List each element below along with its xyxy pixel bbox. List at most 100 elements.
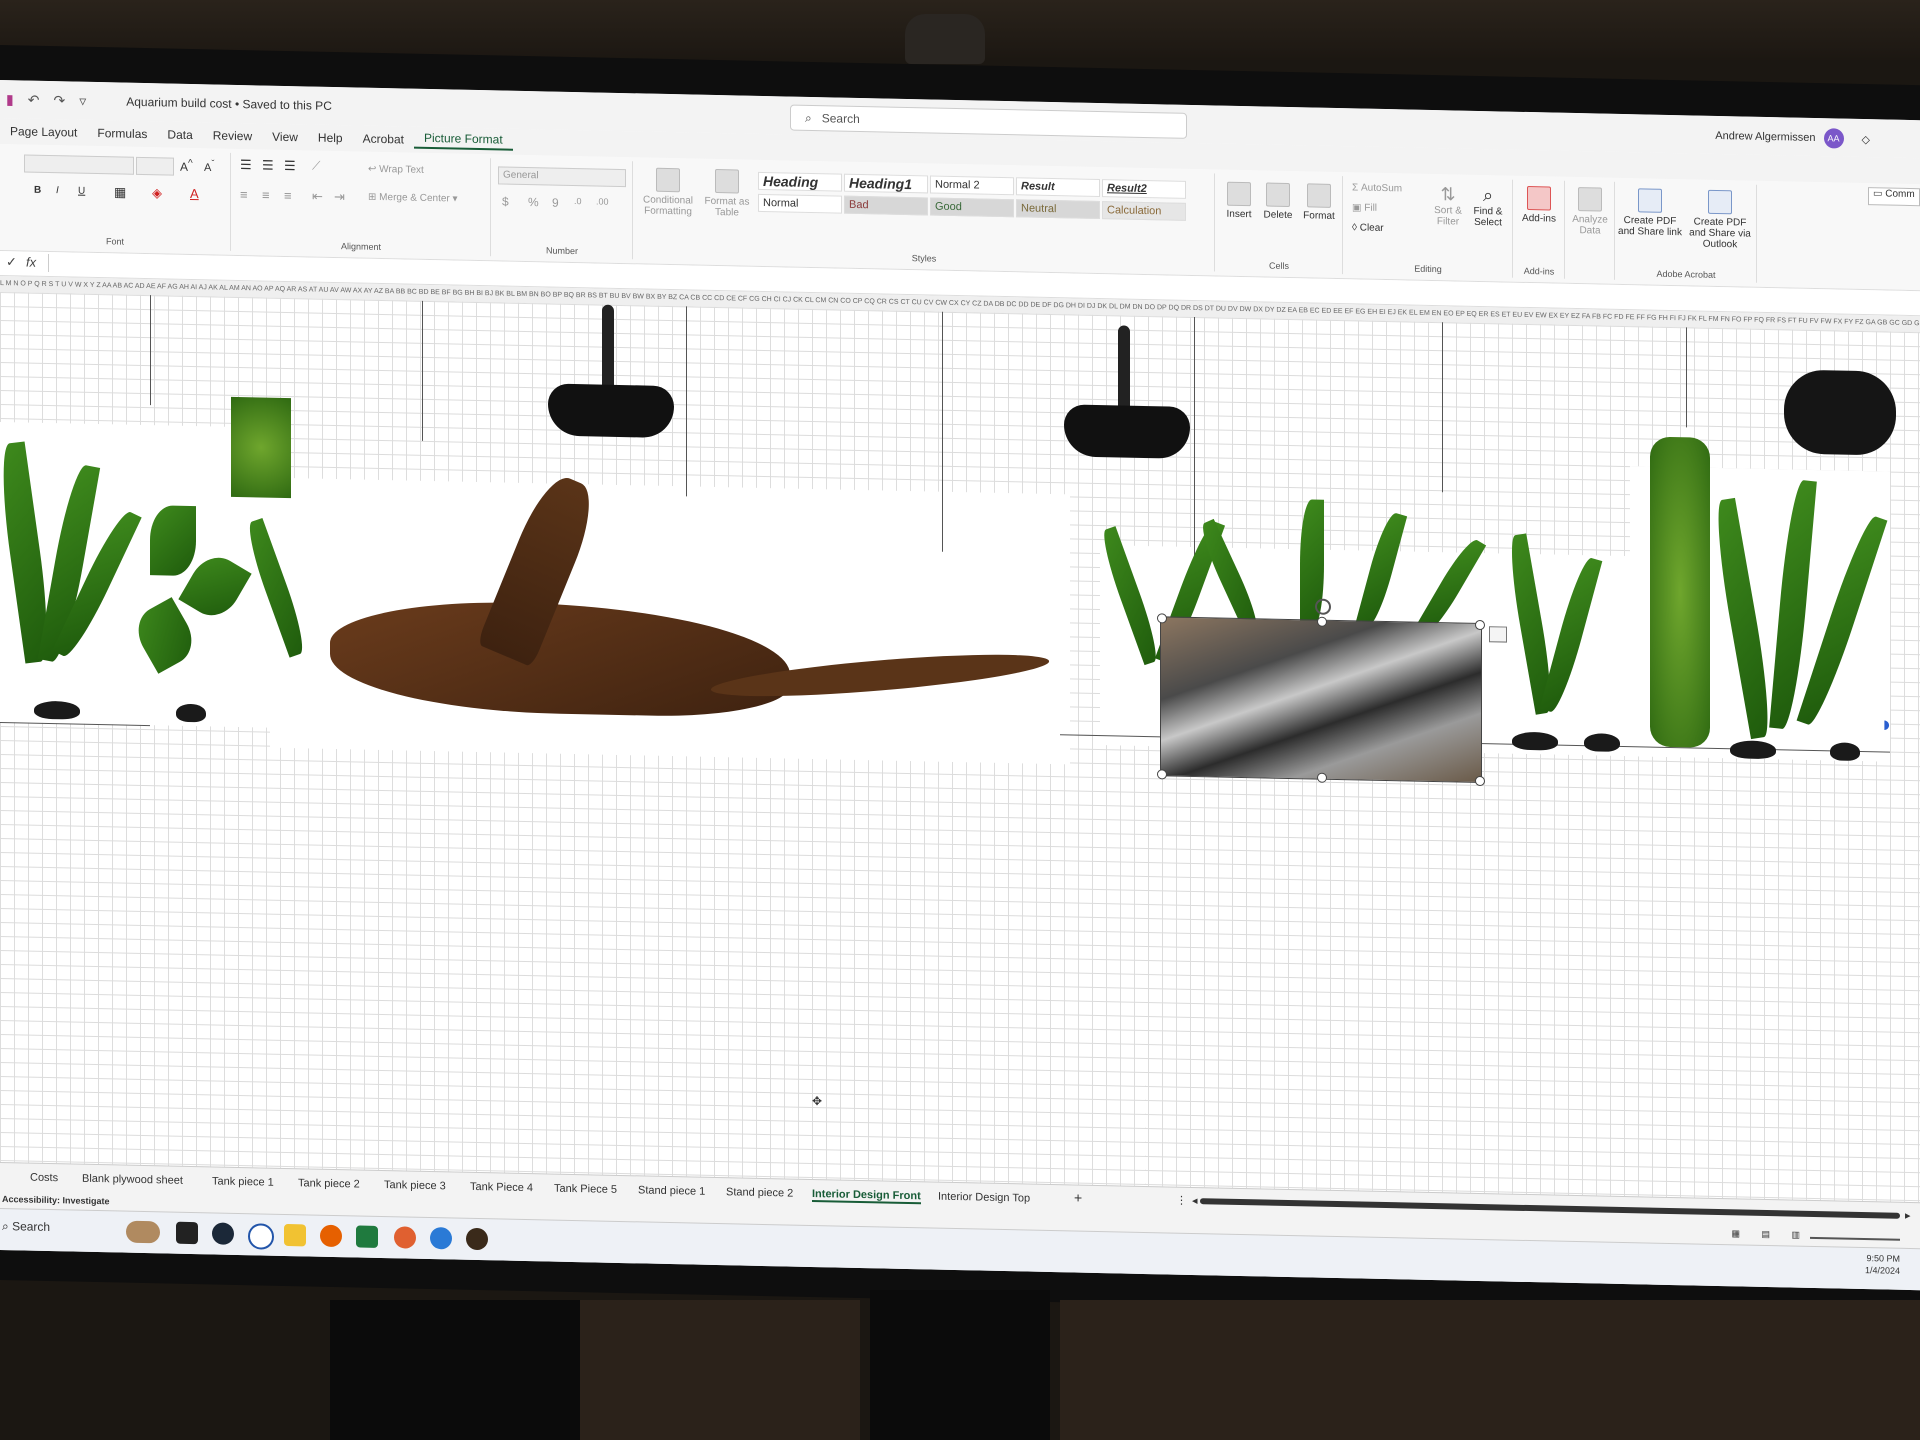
scroll-left-icon[interactable]: ◂ bbox=[1192, 1194, 1198, 1207]
font-color-icon[interactable]: A bbox=[190, 186, 199, 201]
sheet-tab-active[interactable]: Interior Design Front bbox=[812, 1188, 921, 1205]
insert-button[interactable]: Insert bbox=[1222, 181, 1256, 221]
add-sheet-icon[interactable]: + bbox=[1074, 1189, 1082, 1205]
account[interactable]: Andrew Algermissen AA ◇ bbox=[1715, 126, 1870, 149]
accessibility-status[interactable]: Accessibility: Investigate bbox=[2, 1194, 110, 1206]
normal-view-icon[interactable]: ▦ bbox=[1731, 1228, 1740, 1239]
save-icon[interactable]: ▮ bbox=[6, 91, 14, 108]
decrease-decimal-icon[interactable]: .00 bbox=[596, 196, 609, 206]
document-title[interactable]: Aquarium build cost • Saved to this PC bbox=[126, 95, 332, 113]
fill-color-icon[interactable]: ◈ bbox=[152, 185, 162, 201]
bottom-align-icon[interactable]: ☰ bbox=[284, 158, 296, 174]
app-icon[interactable] bbox=[394, 1226, 416, 1249]
sheet-tab[interactable]: Costs bbox=[30, 1172, 58, 1185]
create-pdf-share-button[interactable]: Create PDF and Share link bbox=[1618, 188, 1682, 238]
worksheet-grid[interactable]: ◗ ✥ bbox=[0, 292, 1920, 1203]
style-normal[interactable]: Normal bbox=[758, 193, 842, 214]
format-button[interactable]: Format bbox=[1300, 183, 1338, 222]
increase-decimal-icon[interactable]: .0 bbox=[574, 196, 582, 206]
resize-handle[interactable] bbox=[1317, 772, 1327, 783]
clear-button[interactable]: ◊ Clear bbox=[1352, 222, 1384, 234]
indent-icon[interactable]: ⇤ bbox=[312, 189, 323, 205]
sheet-tab[interactable]: Blank plywood sheet bbox=[82, 1173, 183, 1187]
decrease-font-icon[interactable]: Aˇ bbox=[204, 158, 214, 174]
comma-icon[interactable]: 9 bbox=[552, 196, 559, 210]
top-align-icon[interactable]: ☰ bbox=[240, 157, 252, 173]
currency-icon[interactable]: $ bbox=[502, 195, 509, 209]
system-tray[interactable]: 9:50 PM 1/4/2024 bbox=[1865, 1252, 1900, 1277]
file-explorer-icon[interactable] bbox=[284, 1223, 306, 1247]
comments-button[interactable]: ▭ Comm bbox=[1868, 187, 1920, 207]
rocks-image-selected[interactable] bbox=[1157, 598, 1507, 787]
undo-icon[interactable]: ↶ bbox=[28, 91, 40, 108]
task-view-icon[interactable] bbox=[176, 1221, 198, 1245]
sheet-tab[interactable]: Tank Piece 4 bbox=[470, 1181, 533, 1194]
tab-formulas[interactable]: Formulas bbox=[87, 126, 157, 141]
create-pdf-outlook-button[interactable]: Create PDF and Share via Outlook bbox=[1684, 189, 1756, 251]
app-icon[interactable] bbox=[466, 1227, 488, 1251]
sheet-tab[interactable]: Tank Piece 5 bbox=[554, 1183, 617, 1196]
taskbar-search[interactable]: ⌕ Search bbox=[2, 1219, 50, 1235]
center-align-icon[interactable]: ≡ bbox=[262, 187, 270, 202]
style-bad[interactable]: Bad bbox=[844, 195, 928, 216]
add-ins-button[interactable]: Add-ins bbox=[1518, 185, 1560, 225]
bold-icon[interactable]: B bbox=[34, 185, 41, 196]
rotate-handle-icon[interactable] bbox=[1315, 598, 1331, 615]
middle-align-icon[interactable]: ☰ bbox=[262, 157, 274, 173]
circulation-pump-image[interactable] bbox=[1784, 369, 1896, 456]
tab-picture-format[interactable]: Picture Format bbox=[413, 130, 513, 151]
aquarium-plant-image[interactable] bbox=[0, 422, 142, 725]
fill-button[interactable]: ▣ Fill bbox=[1352, 202, 1377, 214]
customize-qa-icon[interactable]: ▿ bbox=[79, 92, 86, 109]
sheet-tab[interactable]: Tank piece 2 bbox=[298, 1177, 360, 1190]
resize-handle[interactable] bbox=[1157, 769, 1167, 780]
avatar[interactable]: AA bbox=[1823, 128, 1844, 149]
number-format-select[interactable]: General bbox=[498, 166, 626, 188]
app-icon[interactable] bbox=[430, 1227, 452, 1250]
style-result2[interactable]: Result2 bbox=[1102, 179, 1186, 199]
horizontal-scrollbar[interactable] bbox=[1200, 1198, 1900, 1219]
font-name-box[interactable] bbox=[24, 154, 134, 175]
zoom-slider[interactable] bbox=[1810, 1236, 1900, 1241]
firefox-icon[interactable] bbox=[320, 1224, 342, 1248]
style-calculation[interactable]: Calculation bbox=[1102, 201, 1186, 221]
borders-icon[interactable]: ▦ bbox=[114, 184, 126, 200]
style-normal-2[interactable]: Normal 2 bbox=[930, 175, 1014, 196]
more-options-icon[interactable]: ⋮ bbox=[1176, 1194, 1187, 1207]
find-select-button[interactable]: ⌕ Find & Select bbox=[1468, 185, 1508, 229]
delete-button[interactable]: Delete bbox=[1260, 182, 1296, 221]
outdent-icon[interactable]: ⇥ bbox=[334, 189, 345, 205]
percent-icon[interactable]: % bbox=[528, 195, 539, 209]
style-neutral[interactable]: Neutral bbox=[1016, 199, 1100, 220]
tab-view[interactable]: View bbox=[262, 129, 308, 145]
format-as-table-button[interactable]: Format as Table bbox=[702, 168, 752, 219]
check-icon[interactable]: ✓ bbox=[6, 254, 17, 270]
sheet-tab[interactable]: Tank piece 1 bbox=[212, 1175, 274, 1188]
increase-font-icon[interactable]: A^ bbox=[180, 158, 193, 174]
resize-handle[interactable] bbox=[1475, 775, 1485, 787]
aquarium-plant-image[interactable] bbox=[1709, 478, 1890, 762]
excel-icon[interactable] bbox=[356, 1225, 378, 1248]
resize-handle[interactable] bbox=[1157, 613, 1167, 624]
orientation-icon[interactable]: ⟋ bbox=[312, 159, 320, 174]
search-input[interactable]: ⌕ Search bbox=[790, 104, 1187, 139]
taskbar-search-highlight-icon[interactable] bbox=[126, 1220, 160, 1244]
font-size-box[interactable] bbox=[136, 156, 174, 176]
diamond-icon[interactable]: ◇ bbox=[1862, 132, 1870, 145]
tab-review[interactable]: Review bbox=[203, 128, 262, 143]
style-result[interactable]: Result bbox=[1016, 177, 1100, 198]
tab-help[interactable]: Help bbox=[308, 130, 353, 146]
steam-icon[interactable] bbox=[212, 1222, 234, 1245]
page-layout-view-icon[interactable]: ▤ bbox=[1761, 1229, 1770, 1240]
autosum-button[interactable]: Σ AutoSum bbox=[1352, 182, 1402, 194]
aquarium-plant-image[interactable] bbox=[1640, 436, 1720, 758]
sheet-tab[interactable]: Stand piece 2 bbox=[726, 1186, 793, 1199]
tab-data[interactable]: Data bbox=[157, 127, 202, 143]
aquarium-plant-image[interactable] bbox=[225, 396, 315, 729]
right-align-icon[interactable]: ≡ bbox=[284, 188, 292, 203]
scroll-arrow-icon[interactable]: ◗ bbox=[1880, 711, 1893, 737]
sheet-tab[interactable]: Tank piece 3 bbox=[384, 1179, 446, 1192]
sort-filter-button[interactable]: ⇅ Sort & Filter bbox=[1430, 184, 1466, 228]
page-break-view-icon[interactable]: ▥ bbox=[1791, 1230, 1800, 1241]
sheet-tab[interactable]: Stand piece 1 bbox=[638, 1184, 705, 1197]
